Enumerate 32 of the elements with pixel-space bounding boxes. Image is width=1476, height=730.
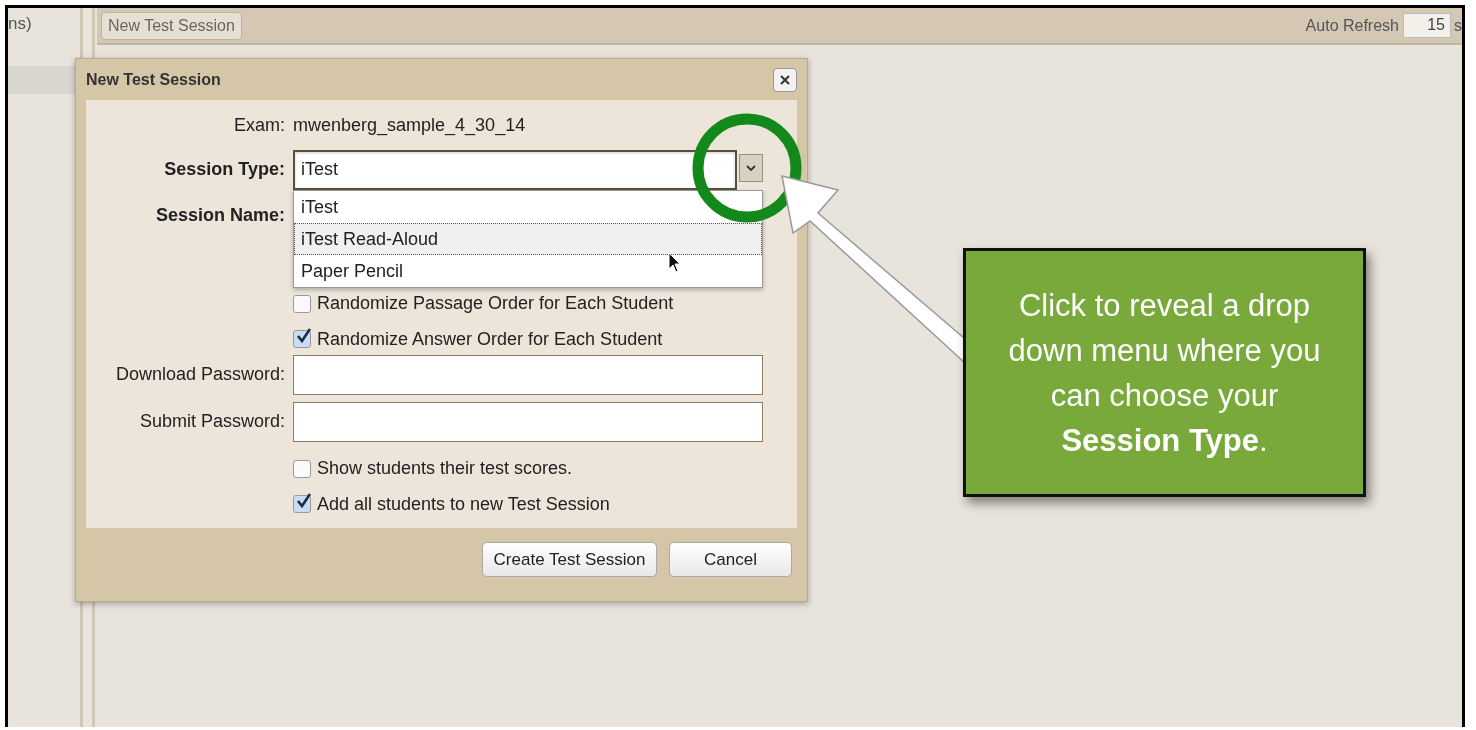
dropdown-option[interactable]: iTest Read-Aloud — [294, 223, 762, 255]
checkbox[interactable] — [293, 294, 311, 313]
password-field[interactable] — [293, 354, 763, 395]
session-type-label: Session Type: — [163, 159, 285, 181]
checkbox[interactable] — [293, 330, 311, 349]
field-label: Download Password: — [114, 364, 285, 386]
checkbox[interactable] — [293, 495, 311, 514]
auto-refresh-field[interactable]: 15 — [1403, 13, 1451, 38]
checkbox-label: Add all students to new Test Session — [317, 493, 610, 515]
exam-value: mwenberg_sample_4_30_14 — [293, 115, 526, 137]
dialog-title: New Test Session — [86, 70, 221, 89]
password-field[interactable] — [293, 401, 763, 442]
create-button[interactable]: Create Test Session — [482, 542, 657, 577]
session-name-label: Session Name: — [154, 204, 285, 226]
cancel-button[interactable]: Cancel — [669, 542, 792, 577]
auto-refresh-label: Auto Refresh — [1305, 16, 1399, 35]
unit-text: s — [1454, 16, 1462, 35]
checkbox-label: Show students their test scores. — [317, 458, 573, 480]
new-test-session-button[interactable]: New Test Session — [101, 11, 242, 40]
close-icon — [779, 73, 791, 86]
session-type-dropdown[interactable]: iTest — [293, 149, 737, 190]
dropdown-option[interactable]: iTest — [294, 191, 762, 223]
checkbox-label: Randomize Answer Order for Each Student — [317, 328, 663, 350]
checkbox-label: Randomize Passage Order for Each Student — [317, 293, 674, 315]
cursor-icon — [668, 252, 682, 274]
sidebar-text: ns) — [8, 13, 33, 35]
callout-text: Click to reveal a drop down menu where you can choose your Session Type. — [1007, 286, 1322, 460]
close-button[interactable] — [773, 67, 797, 92]
exam-label: Exam: — [233, 115, 285, 137]
dropdown-option[interactable]: Paper Pencil — [294, 255, 762, 287]
field-label: Submit Password: — [138, 411, 285, 433]
checkbox[interactable] — [293, 459, 311, 478]
